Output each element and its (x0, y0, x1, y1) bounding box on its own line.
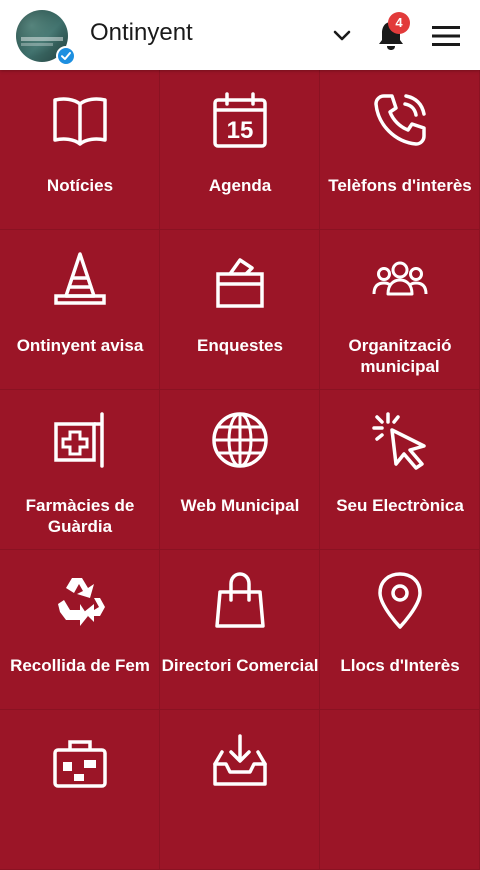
tile-noticies[interactable]: Notícies (0, 70, 160, 230)
notification-badge: 4 (388, 12, 410, 34)
tile-label: Ontinyent avisa (16, 336, 144, 355)
pharmacy-sign-icon (54, 412, 104, 468)
phone-icon (374, 94, 426, 146)
tile-descarregues[interactable] (160, 710, 320, 870)
calendar-icon: 15 (213, 92, 267, 148)
tile-turisme[interactable] (0, 710, 160, 870)
top-bar: Ontinyent 4 (0, 0, 480, 70)
tile-label: Notícies (46, 176, 114, 195)
people-group-icon (372, 261, 428, 296)
calendar-day-text: 15 (227, 117, 254, 144)
tile-label: Telèfons d'interès (328, 176, 472, 195)
shopping-bag-icon (215, 572, 265, 628)
tile-enquestes[interactable]: Enquestes (160, 230, 320, 390)
globe-icon (212, 412, 268, 468)
tile-directori-comercial[interactable]: Directori Comercial (160, 550, 320, 710)
map-pin-icon (378, 572, 422, 629)
tile-llocs-interes[interactable]: Llocs d'Interès (320, 550, 480, 710)
tile-organitzacio[interactable]: Organització municipal (320, 230, 480, 390)
services-grid: Notícies 15 Agenda Telèfons d'interès On… (0, 70, 480, 870)
tile-label: Recollida de Fem (10, 656, 150, 675)
tile-seu-electronica[interactable]: Seu Electrònica (320, 390, 480, 550)
hamburger-menu-icon[interactable] (430, 22, 462, 50)
book-icon (53, 97, 107, 146)
tile-label: Llocs d'Interès (340, 656, 460, 675)
tile-recollida-fem[interactable]: Recollida de Fem (0, 550, 160, 710)
download-tray-icon (213, 734, 267, 786)
traffic-cone-icon (54, 252, 106, 305)
tile-agenda[interactable]: 15 Agenda (160, 70, 320, 230)
tile-web-municipal[interactable]: Web Municipal (160, 390, 320, 550)
tile-empty (320, 710, 480, 870)
tile-label: Organització municipal (348, 336, 452, 376)
recycle-icon (58, 578, 105, 626)
tile-ontinyent-avisa[interactable]: Ontinyent avisa (0, 230, 160, 390)
tile-label: Seu Electrònica (336, 496, 464, 515)
tile-telefons[interactable]: Telèfons d'interès (320, 70, 480, 230)
tile-label: Agenda (208, 176, 272, 195)
suitcase-icon (53, 740, 107, 788)
avatar-image-detail (21, 43, 53, 46)
tile-label: Farmàcies de Guàrdia (25, 496, 135, 536)
tile-label: Web Municipal (180, 496, 300, 515)
tile-label: Enquestes (197, 336, 283, 355)
tile-farmacies[interactable]: Farmàcies de Guàrdia (0, 390, 160, 550)
chevron-down-icon[interactable] (330, 24, 354, 48)
tile-label: Directori Comercial (161, 656, 319, 675)
organization-name[interactable]: Ontinyent (90, 19, 193, 47)
cursor-click-icon (372, 412, 426, 470)
avatar-image-detail (21, 37, 63, 41)
verified-check-icon (56, 46, 76, 66)
ballot-box-icon (216, 258, 264, 308)
